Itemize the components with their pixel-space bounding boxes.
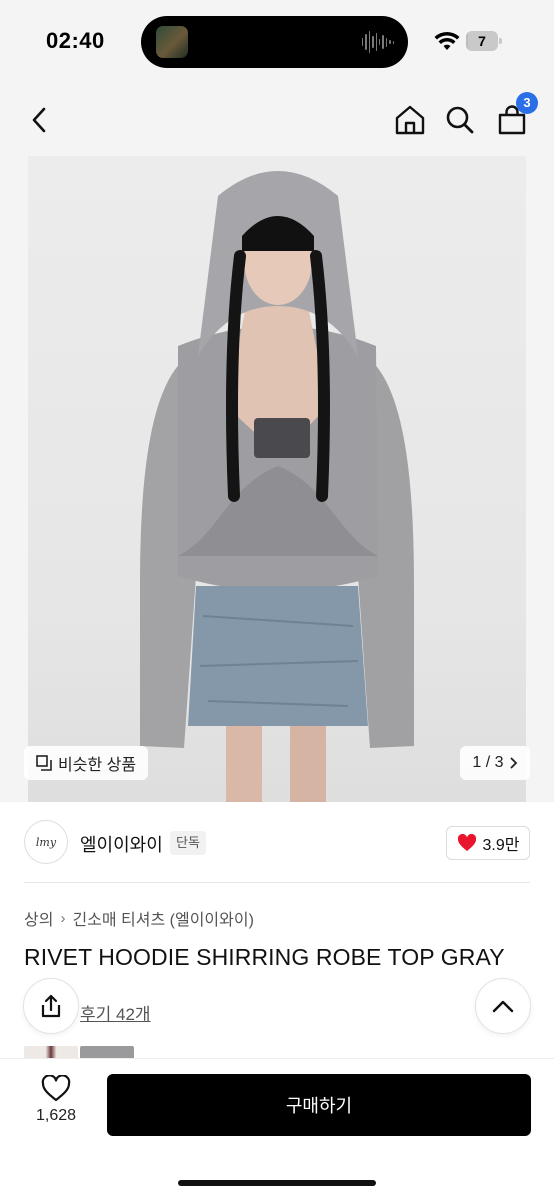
chevron-right-icon: › (60, 909, 66, 927)
exclusive-badge: 단독 (170, 831, 206, 855)
chevron-left-icon (32, 107, 46, 133)
status-time: 02:40 (46, 28, 105, 53)
status-bar: 02:40 7 (0, 0, 554, 84)
share-icon (41, 994, 61, 1018)
brand-name[interactable]: 엘이이와이 (80, 831, 163, 857)
wishlist-count: 1,628 (35, 1107, 77, 1124)
brand-like-button[interactable]: 3.9만 (446, 826, 530, 860)
now-playing-artwork (156, 26, 188, 58)
top-navigation: 3 (0, 84, 554, 156)
reviews-link[interactable]: 후기 42개 (80, 1000, 151, 1025)
similar-products-label: 비슷한 상품 (58, 757, 137, 774)
dynamic-island (141, 16, 408, 68)
product-photo[interactable] (28, 156, 526, 802)
heart-outline-icon (41, 1075, 71, 1102)
purchase-bar: 1,628 구매하기 (0, 1058, 554, 1200)
similar-products-button[interactable]: 비슷한 상품 (24, 746, 149, 780)
similar-items-icon (36, 755, 52, 771)
share-button[interactable] (23, 978, 79, 1034)
model-illustration (140, 171, 414, 802)
cart-count-badge: 3 (516, 92, 538, 114)
brand-row: lmy 엘이이와이 단독 3.9만 (0, 802, 554, 882)
audio-waveform-icon (362, 30, 395, 54)
search-button[interactable] (440, 100, 480, 140)
section-divider (24, 882, 530, 883)
back-button[interactable] (20, 100, 60, 140)
heart-filled-icon (457, 834, 476, 851)
product-image-gallery[interactable]: 비슷한 상품 1 / 3 (0, 156, 554, 802)
gallery-page-indicator[interactable]: 1 / 3 (460, 746, 530, 780)
buy-button[interactable]: 구매하기 (107, 1074, 531, 1136)
battery-level: 7 (478, 33, 486, 49)
battery-icon: 7 (466, 31, 502, 51)
search-icon (446, 106, 474, 134)
cart-button[interactable]: 3 (492, 92, 538, 140)
home-button[interactable] (390, 100, 430, 140)
scroll-to-top-button[interactable] (475, 978, 531, 1034)
brand-like-count: 3.9만 (482, 837, 520, 854)
home-icon (395, 105, 425, 135)
wifi-icon (434, 31, 460, 50)
breadcrumb-subcategory[interactable]: 긴소매 티셔츠 (엘이이와이) (72, 906, 253, 930)
brand-logo[interactable]: lmy (24, 820, 68, 864)
chevron-up-icon (492, 1000, 514, 1013)
home-indicator (178, 1180, 376, 1186)
product-title: RIVET HOODIE SHIRRING ROBE TOP GRAY (24, 944, 505, 970)
breadcrumb: 상의 › 긴소매 티셔츠 (엘이이와이) (24, 906, 254, 930)
breadcrumb-category[interactable]: 상의 (24, 906, 53, 930)
gallery-page-text: 1 / 3 (472, 754, 504, 771)
wishlist-button[interactable]: 1,628 (24, 1075, 88, 1135)
chevron-right-icon (510, 757, 517, 769)
